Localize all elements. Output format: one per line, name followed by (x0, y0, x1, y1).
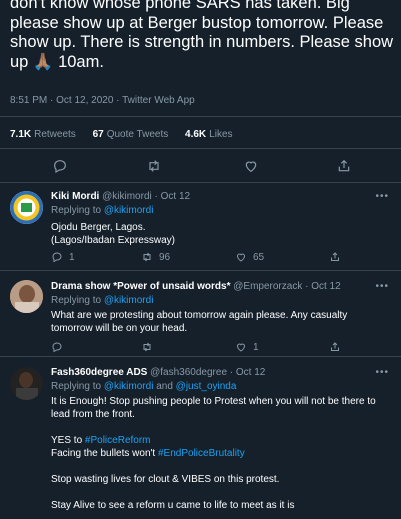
reply-tweet[interactable]: Drama show *Power of unsaid words* @Empe… (0, 271, 401, 356)
reply-text: What are we protesting about tomorrow ag… (51, 310, 348, 334)
like-button[interactable]: 65 (235, 251, 264, 263)
reply-icon (52, 342, 62, 353)
replying-to-line: Replying to @kikimordi and @just_oyinda (51, 381, 237, 392)
retweet-button[interactable]: 96 (141, 251, 170, 263)
more-options-icon[interactable]: ••• (375, 367, 389, 378)
quote-tweets-stat[interactable]: 67 Quote Tweets (93, 129, 169, 140)
retweet-icon (143, 342, 151, 352)
retweet-button[interactable] (141, 341, 159, 353)
more-options-icon[interactable]: ••• (375, 281, 389, 292)
mention-link[interactable]: @kikimordi (104, 381, 154, 392)
like-icon[interactable] (243, 158, 259, 174)
share-button[interactable] (329, 251, 347, 263)
reply-author-handle[interactable]: @Emperorzack (233, 281, 302, 292)
reply-time[interactable]: · Oct 12 (230, 367, 266, 378)
reply-author-handle[interactable]: @fash360degree (150, 367, 227, 378)
retweet-icon (143, 252, 151, 262)
reply-action-bar: 1 96 65 (51, 251, 391, 265)
reply-text: Ojodu Berger, Lagos. (Lagos/Ibadan Expre… (51, 222, 175, 246)
replying-to-line: Replying to @kikimordi (51, 295, 154, 306)
retweets-stat[interactable]: 7.1K Retweets (10, 129, 76, 140)
reply-button[interactable] (51, 341, 69, 353)
replying-to-line: Replying to @kikimordi (51, 205, 154, 216)
reply-action-bar: 1 (51, 341, 391, 355)
main-action-bar (0, 158, 401, 176)
reply-author-name[interactable]: Fash360degree ADS (51, 367, 147, 378)
reply-time[interactable]: · Oct 12 (305, 281, 341, 292)
like-icon (236, 343, 246, 352)
reply-tweet[interactable]: Kiki Mordi @kikimordi · Oct 12 ••• Reply… (0, 183, 401, 270)
divider (0, 148, 401, 149)
share-icon (331, 342, 339, 351)
share-button[interactable] (329, 341, 347, 353)
more-options-icon[interactable]: ••• (375, 191, 389, 202)
likes-stat[interactable]: 4.6K Likes (185, 129, 232, 140)
reply-author-handle[interactable]: @kikimordi (102, 191, 152, 202)
retweet-icon[interactable] (146, 158, 162, 174)
divider (0, 116, 401, 117)
like-icon (236, 253, 246, 262)
avatar[interactable] (10, 367, 43, 400)
like-button[interactable]: 1 (235, 341, 259, 353)
main-tweet-text: don't know whose phone SARS has taken. B… (10, 0, 394, 71)
reply-text: It is Enough! Stop pushing people to Pro… (51, 396, 376, 511)
reply-tweet[interactable]: Fash360degree ADS @fash360degree · Oct 1… (0, 357, 401, 519)
reply-icon (52, 252, 62, 263)
mention-link[interactable]: @kikimordi (104, 205, 154, 216)
avatar[interactable] (10, 191, 43, 224)
reply-author-name[interactable]: Drama show *Power of unsaid words* (51, 281, 230, 292)
reply-icon[interactable] (52, 158, 68, 174)
reply-button[interactable]: 1 (51, 251, 75, 263)
mention-link[interactable]: @kikimordi (104, 295, 154, 306)
mention-link[interactable]: @just_oyinda (176, 381, 237, 392)
hashtag-link[interactable]: #EndPoliceBrutality (158, 448, 245, 459)
avatar[interactable] (10, 280, 43, 313)
reply-author-name[interactable]: Kiki Mordi (51, 191, 99, 202)
share-icon (331, 252, 339, 261)
hashtag-link[interactable]: #PoliceReform (85, 435, 151, 446)
tweet-stats: 7.1K Retweets 67 Quote Tweets 4.6K Likes (10, 129, 247, 140)
reply-time[interactable]: · Oct 12 (155, 191, 191, 202)
tweet-timestamp[interactable]: 8:51 PM · Oct 12, 2020 · Twitter Web App (10, 95, 195, 106)
share-icon[interactable] (336, 158, 352, 174)
